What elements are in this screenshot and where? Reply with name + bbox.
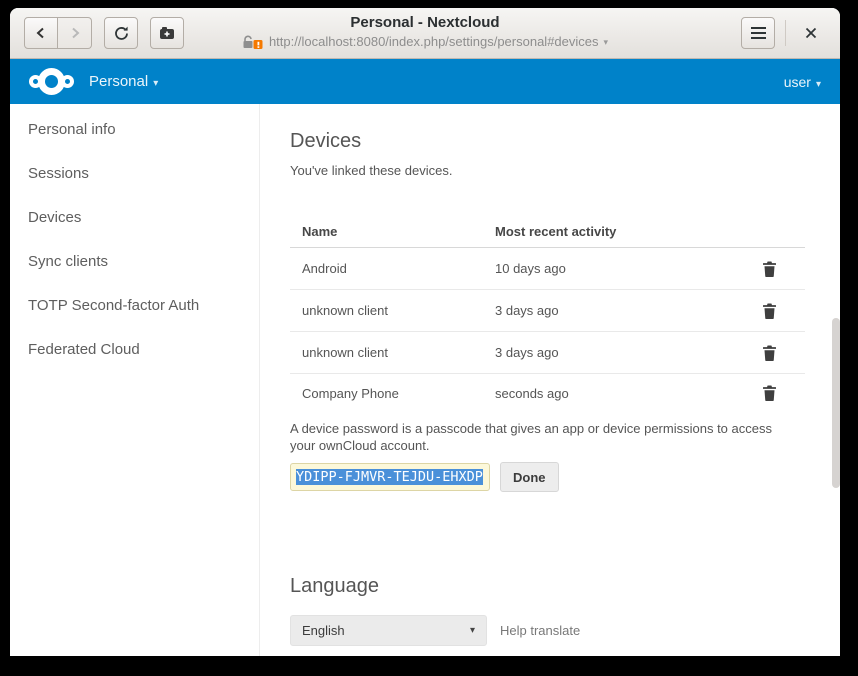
sidebar-item-personal-info[interactable]: Personal info (10, 107, 259, 151)
device-row: Company Phone seconds ago (290, 374, 805, 412)
column-header-activity: Most recent activity (495, 224, 761, 239)
insecure-padlock-icon (242, 35, 264, 49)
language-row: English ▾ Help translate (290, 615, 840, 646)
titlebar-separator (785, 20, 786, 46)
nav-button-group (24, 17, 92, 49)
app-title-label: Personal (89, 73, 148, 90)
trash-icon (762, 345, 777, 361)
address-bar[interactable]: http://localhost:8080/index.php/settings… (205, 33, 645, 51)
address-url: http://localhost:8080/index.php/settings… (269, 33, 599, 51)
device-password-row: YDIPP-FJMVR-TEJDU-EHXDP Done (290, 462, 840, 492)
language-select[interactable]: English ▾ (290, 615, 487, 646)
sidebar-item-totp[interactable]: TOTP Second-factor Auth (10, 283, 259, 327)
new-tab-button[interactable] (150, 17, 184, 49)
chevron-right-icon (68, 26, 82, 40)
settings-content: Personal info Sessions Devices Sync clie… (10, 104, 840, 656)
device-password-value: YDIPP-FJMVR-TEJDU-EHXDP (296, 469, 483, 485)
device-row: Android 10 days ago (290, 248, 805, 290)
device-name-cell: Android (290, 261, 495, 276)
device-activity-cell: seconds ago (495, 386, 761, 401)
user-menu-caret-icon: ▾ (816, 79, 821, 90)
device-name-cell: unknown client (290, 303, 495, 318)
devices-section-title: Devices (290, 131, 840, 151)
titlebar-center: Personal - Nextcloud http://localhost:80… (205, 13, 645, 51)
reload-icon (113, 25, 130, 42)
nextcloud-header: Personal ▾ user ▾ (10, 59, 840, 104)
new-tab-icon (159, 26, 175, 40)
devices-table: Name Most recent activity Android 10 day… (290, 216, 805, 412)
sidebar-item-sessions[interactable]: Sessions (10, 151, 259, 195)
language-section-title: Language (290, 576, 840, 596)
settings-sidebar: Personal info Sessions Devices Sync clie… (10, 104, 260, 656)
device-name-cell: unknown client (290, 345, 495, 360)
device-row: unknown client 3 days ago (290, 332, 805, 374)
sidebar-item-sync-clients[interactable]: Sync clients (10, 239, 259, 283)
vertical-scrollbar-thumb[interactable] (832, 318, 840, 488)
browser-titlebar: Personal - Nextcloud http://localhost:80… (10, 8, 840, 59)
reload-button[interactable] (104, 17, 138, 49)
titlebar-right (741, 17, 826, 49)
device-password-input[interactable]: YDIPP-FJMVR-TEJDU-EHXDP (290, 463, 490, 491)
done-button[interactable]: Done (500, 462, 559, 492)
device-activity-cell: 3 days ago (495, 303, 761, 318)
app-menu-trigger[interactable]: Personal ▾ (89, 73, 158, 90)
delete-device-button[interactable] (762, 345, 777, 361)
device-row: unknown client 3 days ago (290, 290, 805, 332)
device-activity-cell: 3 days ago (495, 345, 761, 360)
hamburger-icon (751, 27, 766, 39)
device-name-cell: Company Phone (290, 386, 495, 401)
device-password-hint: A device password is a passcode that giv… (290, 420, 790, 454)
browser-window: Personal - Nextcloud http://localhost:80… (10, 8, 840, 656)
delete-device-button[interactable] (762, 385, 777, 401)
trash-icon (762, 385, 777, 401)
app-menu-caret-icon: ▾ (153, 78, 158, 89)
user-menu-trigger[interactable]: user ▾ (784, 74, 821, 90)
sidebar-item-federated-cloud[interactable]: Federated Cloud (10, 327, 259, 371)
close-icon (805, 27, 817, 39)
help-translate-link[interactable]: Help translate (500, 623, 580, 638)
delete-device-button[interactable] (762, 303, 777, 319)
devices-panel: Devices You've linked these devices. Nam… (260, 104, 840, 656)
back-button[interactable] (24, 17, 58, 49)
column-header-name: Name (290, 224, 495, 239)
chevron-left-icon (34, 26, 48, 40)
select-arrow-icon: ▾ (470, 625, 475, 636)
window-title: Personal - Nextcloud (205, 13, 645, 33)
devices-table-header: Name Most recent activity (290, 216, 805, 248)
menu-button[interactable] (741, 17, 775, 49)
language-selected-value: English (302, 623, 345, 638)
delete-device-button[interactable] (762, 261, 777, 277)
desktop-background: Personal - Nextcloud http://localhost:80… (0, 0, 858, 676)
devices-subtitle: You've linked these devices. (290, 163, 840, 178)
user-label: user (784, 74, 811, 90)
trash-icon (762, 261, 777, 277)
url-dropdown-icon[interactable]: ▾ (604, 33, 609, 51)
sidebar-item-devices[interactable]: Devices (10, 195, 259, 239)
trash-icon (762, 303, 777, 319)
nextcloud-logo-icon[interactable] (29, 68, 74, 95)
close-button[interactable] (796, 18, 826, 48)
forward-button[interactable] (58, 17, 92, 49)
device-activity-cell: 10 days ago (495, 261, 761, 276)
